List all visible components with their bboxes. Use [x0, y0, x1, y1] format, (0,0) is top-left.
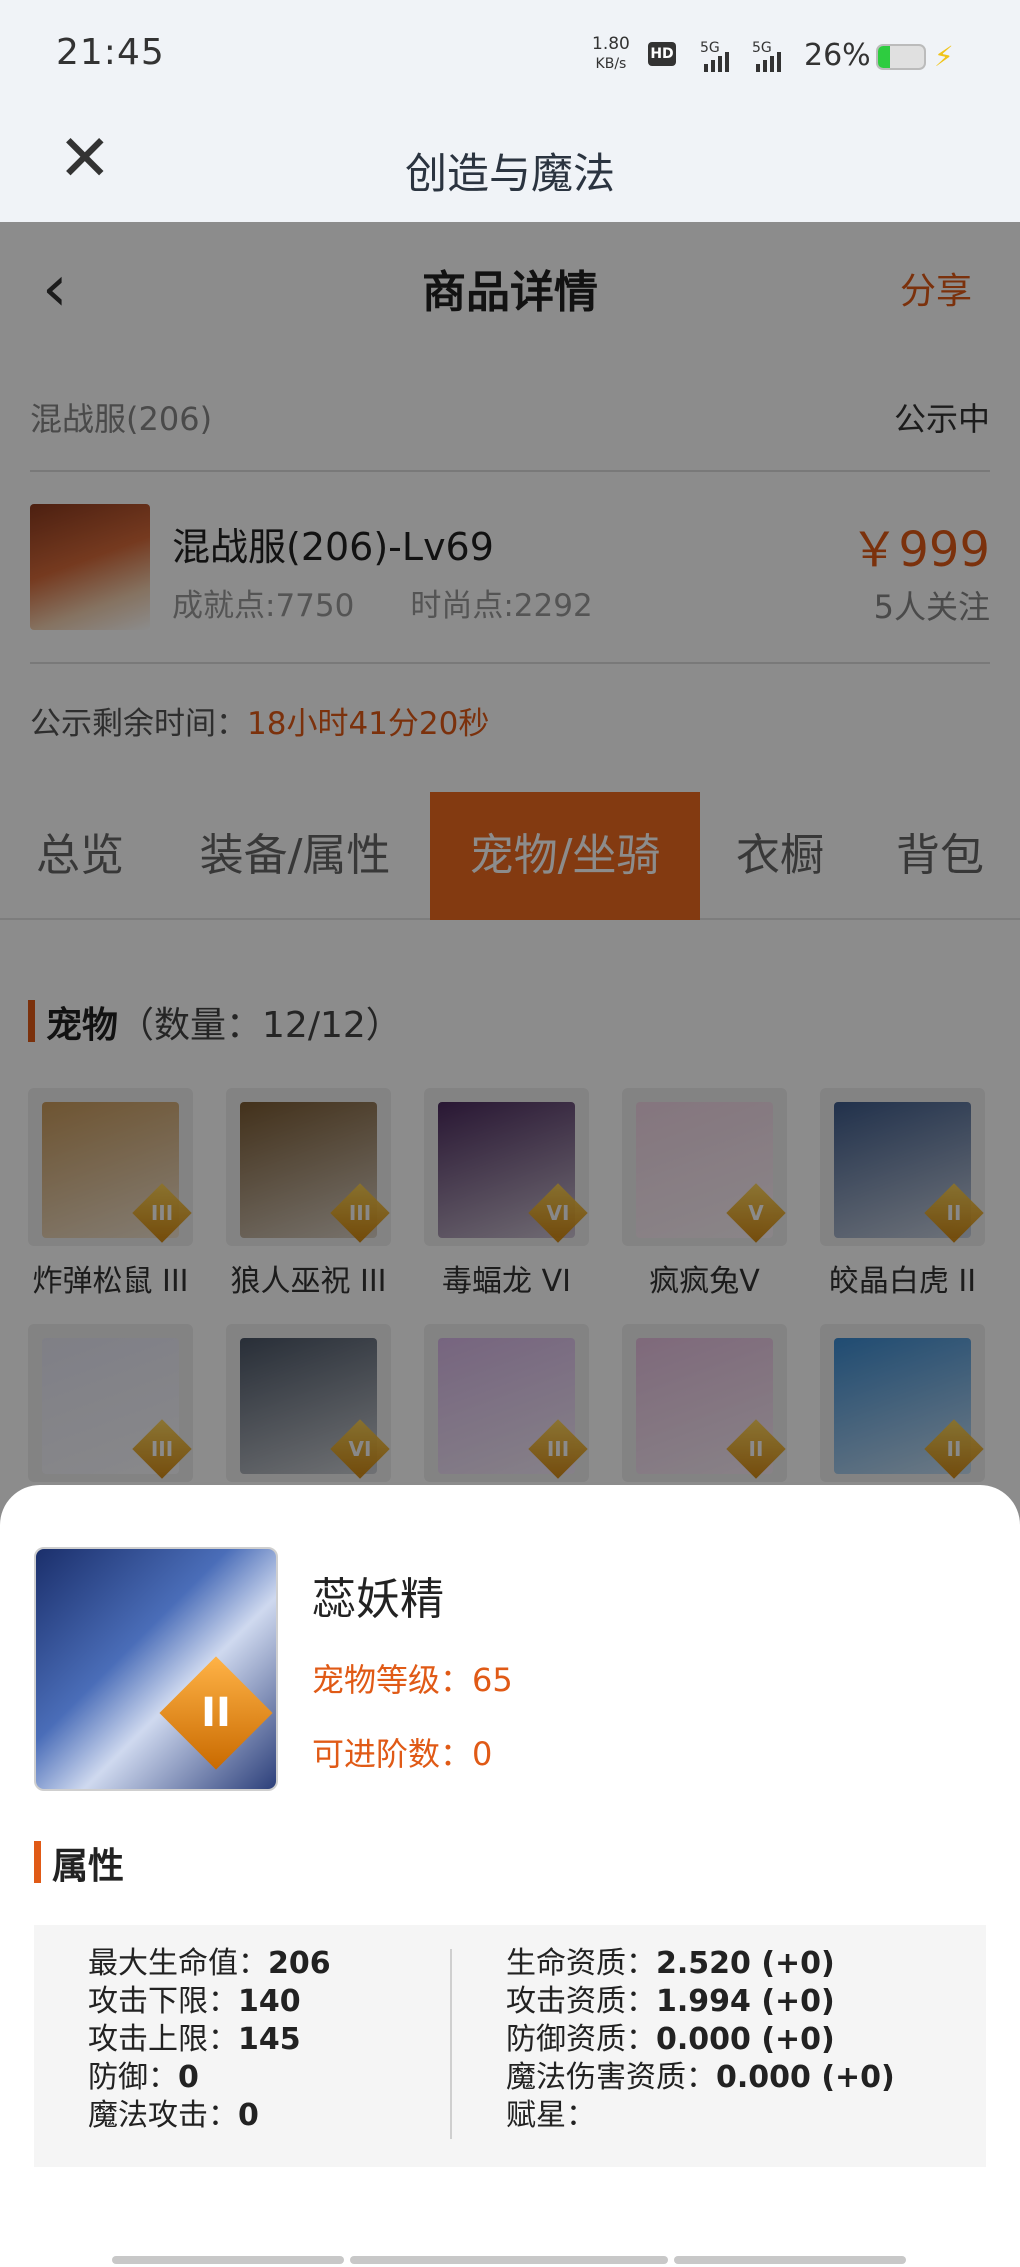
attribute-row: 攻击资质：1.994 (+0): [506, 1983, 895, 2021]
attribute-row: 魔法伤害资质：0.000 (+0): [506, 2059, 895, 2097]
network-speed: 1.80 KB/s: [592, 34, 630, 74]
webview-title: 创造与魔法: [404, 149, 615, 198]
attribute-row: 攻击上限：145: [88, 2021, 331, 2059]
signal-bars-icon: [756, 52, 781, 72]
attribute-row: 赋星：: [506, 2097, 895, 2135]
status-bar: 21:45 1.80 KB/s HD 5G 5G 26% ⚡: [0, 0, 1020, 110]
grade-badge-icon: II: [159, 1656, 273, 1770]
attribute-label: 攻击上限：: [88, 2022, 238, 2057]
attribute-row: 最大生命值：206: [88, 1945, 331, 1983]
attribute-row: 魔法攻击：0: [88, 2097, 331, 2135]
attribute-value: 0.000 (+0): [656, 2022, 835, 2057]
home-indicator: [112, 2256, 344, 2264]
pet-name: 蕊妖精: [312, 1574, 444, 1625]
attribute-value: 0: [238, 2098, 259, 2133]
network-speed-value: 1.80: [592, 34, 630, 54]
attribute-label: 魔法攻击：: [88, 2098, 238, 2133]
attribute-row: 防御：0: [88, 2059, 331, 2097]
pet-advance: 可进阶数：0: [312, 1735, 493, 1773]
attribute-row: 防御资质：0.000 (+0): [506, 2021, 895, 2059]
hd-voice-icon: HD: [648, 42, 676, 66]
attribute-label: 攻击资质：: [506, 1984, 656, 2019]
grade-label: II: [201, 1690, 231, 1736]
battery-level: [878, 46, 890, 68]
attribute-label: 攻击下限：: [88, 1984, 238, 2019]
attribute-row: 攻击下限：140: [88, 1983, 331, 2021]
attributes-box: 最大生命值：206 攻击下限：140 攻击上限：145 防御：0 魔法攻击：0 生命资质…: [34, 1925, 986, 2167]
attribute-label: 防御资质：: [506, 2022, 656, 2057]
attribute-label: 魔法伤害资质：: [506, 2060, 716, 2095]
attribute-value: 1.994 (+0): [656, 1984, 835, 2019]
attribute-value: 0: [178, 2060, 199, 2095]
attribute-label: 生命资质：: [506, 1946, 656, 1981]
attribute-value: 140: [238, 1984, 301, 2019]
signal-bars-icon: [704, 52, 729, 72]
pet-detail-sheet: II 蕊妖精 宠物等级：65 可进阶数：0 属性 最大生命值：206 攻击下限：1…: [0, 1485, 1020, 2267]
webview-header: ✕ 创造与魔法: [0, 110, 1020, 222]
attribute-value: 2.520 (+0): [656, 1946, 835, 1981]
network-speed-unit: KB/s: [595, 56, 627, 72]
battery-percent: 26%: [804, 38, 871, 73]
home-indicator: [350, 2256, 668, 2264]
attribute-label: 防御：: [88, 2060, 178, 2095]
charging-icon: ⚡: [934, 40, 954, 73]
attribute-value: 206: [268, 1946, 331, 1981]
attributes-right: 生命资质：2.520 (+0) 攻击资质：1.994 (+0) 防御资质：0.000…: [506, 1945, 895, 2135]
attribute-value: 145: [238, 2022, 301, 2057]
battery-icon: [876, 44, 926, 70]
attributes-left: 最大生命值：206 攻击下限：140 攻击上限：145 防御：0 魔法攻击：0: [88, 1945, 331, 2135]
divider: [450, 1949, 452, 2139]
attributes-title: 属性: [34, 1837, 124, 1889]
attribute-label: 赋星：: [506, 2098, 596, 2133]
attribute-label: 最大生命值：: [88, 1946, 268, 1981]
attribute-row: 生命资质：2.520 (+0): [506, 1945, 895, 1983]
hd-label: HD: [650, 46, 674, 62]
pet-level: 宠物等级：65: [312, 1661, 513, 1699]
pet-thumbnail: II: [34, 1547, 278, 1791]
attribute-value: 0.000 (+0): [716, 2060, 895, 2095]
status-time: 21:45: [56, 32, 165, 73]
home-indicator: [674, 2256, 906, 2264]
